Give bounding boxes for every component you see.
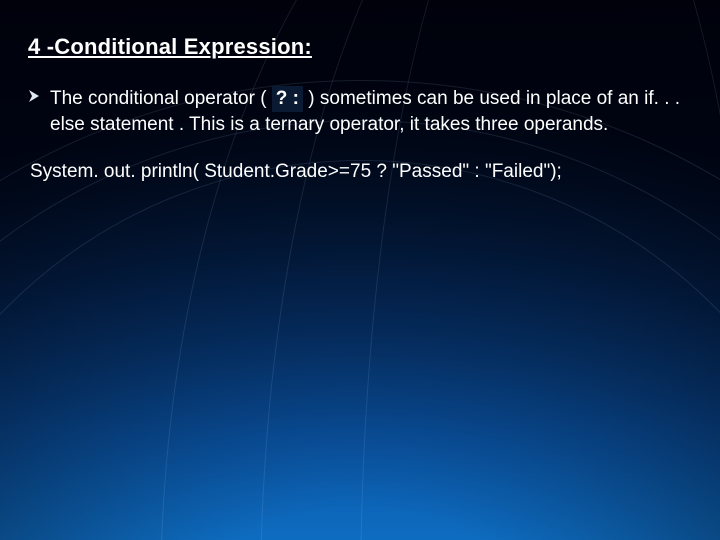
operator-token: ? :	[272, 86, 303, 112]
bullet-item: The conditional operator ( ? : ) sometim…	[28, 86, 692, 137]
code-example: System. out. println( Student.Grade>=75 …	[28, 159, 692, 185]
content-area: 4 -Conditional Expression: The condition…	[0, 0, 720, 185]
slide: 4 -Conditional Expression: The condition…	[0, 0, 720, 540]
section-title: 4 -Conditional Expression:	[28, 34, 692, 60]
bullet-prefix: The conditional operator (	[50, 88, 272, 109]
arrow-bullet-icon	[28, 89, 46, 103]
bullet-text: The conditional operator ( ? : ) sometim…	[50, 86, 692, 137]
bg-arc	[0, 160, 720, 540]
